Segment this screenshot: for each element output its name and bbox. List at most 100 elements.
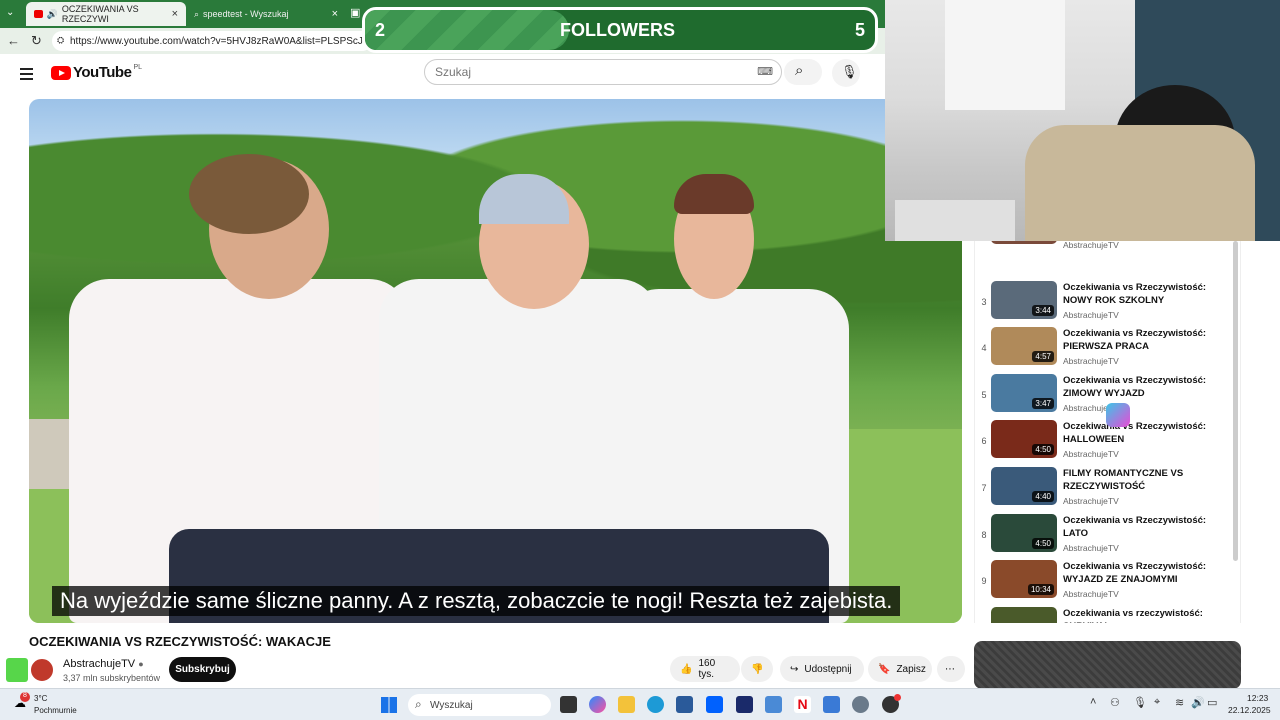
tray-microphone-icon[interactable]: 🎙 bbox=[1133, 696, 1147, 709]
app-icon[interactable] bbox=[736, 696, 753, 713]
tray-location-icon[interactable]: ⌖ bbox=[1154, 696, 1160, 709]
playlist-item[interactable]: 4 4:57 Oczekiwania vs Rzeczywistość: PIERW… bbox=[975, 327, 1240, 373]
save-button[interactable]: 🔖 Zapisz bbox=[868, 656, 932, 682]
microphone-icon: 🎙 bbox=[841, 64, 858, 79]
site-info-icon[interactable]: ⛭ bbox=[57, 35, 64, 46]
playlist-item[interactable]: 4:29 AbstrachujeTV bbox=[975, 241, 1240, 280]
person-left-hair bbox=[189, 154, 309, 234]
weather-widget[interactable]: ☁ 8 3°C Pochmurnie bbox=[10, 692, 80, 718]
taskbar: ☁ 8 3°C Pochmurnie ⌕ Wyszukaj N ˄ ⚇ 🎙 ⌖ … bbox=[0, 688, 1280, 720]
playlist-item-title[interactable]: FILMY ROMANTYCZNE VS RZECZYWISTOŚĆ bbox=[1063, 467, 1208, 493]
playlist-item-thumbnail[interactable]: 4:50 bbox=[991, 513, 1057, 552]
settings-icon[interactable] bbox=[852, 696, 869, 713]
subscribe-button[interactable]: Subskrybuj bbox=[169, 657, 236, 682]
tray-chevron-icon[interactable]: ˄ bbox=[1090, 696, 1096, 708]
bookmark-icon: 🔖 bbox=[878, 663, 891, 675]
search-icon: ⌕ bbox=[415, 697, 422, 711]
youtube-logo[interactable]: YouTube PL bbox=[51, 64, 142, 81]
playlist-item-thumbnail[interactable]: 4:50 bbox=[991, 420, 1057, 459]
keyboard-icon[interactable]: ⌨ bbox=[757, 65, 773, 78]
tray-app-icon[interactable]: ⚇ bbox=[1110, 696, 1120, 709]
channel-name[interactable]: AbstrachujeTV ● bbox=[63, 658, 144, 670]
more-actions-button[interactable]: ⋯ bbox=[937, 656, 965, 682]
taskbar-search-placeholder: Wyszukaj bbox=[430, 699, 473, 711]
playlist-item[interactable]: 1010:39Oczekiwania vs rzeczywistość: SUR… bbox=[975, 606, 1240, 623]
file-explorer-icon[interactable] bbox=[618, 696, 635, 713]
weather-desc: Pochmurnie bbox=[34, 706, 77, 715]
tab-label: OCZEKIWANIA VS RZECZYWI bbox=[61, 4, 139, 24]
task-view-icon[interactable] bbox=[560, 696, 577, 713]
menu-icon[interactable] bbox=[20, 65, 33, 83]
search-input[interactable]: Szukaj ⌨ bbox=[424, 59, 782, 85]
playlist-item-title[interactable]: Oczekiwania vs Rzeczywistość: ZIMOWY WYJ… bbox=[1063, 374, 1208, 400]
playlist-item-index: 3 bbox=[981, 296, 987, 307]
channel-avatar[interactable] bbox=[29, 657, 55, 683]
reload-icon[interactable]: ↻ bbox=[31, 33, 42, 49]
clock-time[interactable]: 12:23 bbox=[1247, 693, 1268, 703]
url-field[interactable]: ⛭ https://www.youtube.com/watch?v=5HVJ8z… bbox=[52, 31, 372, 51]
close-tab-icon[interactable]: × bbox=[172, 8, 178, 20]
playlist-item-thumbnail[interactable]: 4:40 bbox=[991, 467, 1057, 505]
like-count: 160 tys. bbox=[698, 658, 716, 680]
volume-icon[interactable]: 🔊 bbox=[1191, 696, 1205, 709]
share-icon: ↪ bbox=[790, 663, 799, 675]
store-icon[interactable] bbox=[676, 696, 693, 713]
search-favicon-icon: ⌕ bbox=[194, 8, 200, 19]
playlist-item-duration: 4:50 bbox=[1032, 537, 1054, 549]
playlist-item[interactable]: 6 4:50 Oczekiwania vs Rzeczywistość: HALLO… bbox=[975, 420, 1240, 466]
monitor-app-icon[interactable] bbox=[823, 696, 840, 713]
netflix-icon[interactable]: N bbox=[794, 696, 811, 713]
youtube-play-icon bbox=[51, 65, 71, 80]
playlist-item-thumbnail[interactable]: 3:47 bbox=[991, 373, 1057, 412]
playlist-item-thumbnail[interactable]: 3:44 bbox=[991, 280, 1057, 319]
copilot-icon[interactable] bbox=[589, 696, 606, 713]
tab-speedtest[interactable]: ⌕ speedtest - Wyszukaj × bbox=[186, 2, 346, 26]
playlist-item-channel: AbstrachujeTV bbox=[1063, 309, 1119, 320]
channel-name-text: AbstrachujeTV bbox=[63, 658, 136, 670]
dislike-button[interactable]: 👎 bbox=[741, 656, 773, 682]
playlist-item[interactable]: 9 10:34 Oczekiwania vs Rzeczywistość: WYJA… bbox=[975, 560, 1240, 606]
search-icon: ⌕ bbox=[795, 62, 804, 79]
playlist-item-title[interactable]: Oczekiwania vs Rzeczywistość: HALLOWEEN bbox=[1063, 420, 1208, 446]
playlist-item-duration: 4:50 bbox=[1032, 444, 1054, 456]
playlist-item-title[interactable]: Oczekiwania vs Rzeczywistość: NOWY ROK S… bbox=[1063, 281, 1208, 307]
back-icon[interactable]: ← bbox=[7, 33, 20, 48]
playlist-item[interactable]: 8 4:50 Oczekiwania vs Rzeczywistość: LATO A… bbox=[975, 513, 1240, 560]
followers-goal-overlay: 2 FOLLOWERS 5 bbox=[362, 7, 878, 53]
tab-youtube[interactable]: 🔊 OCZEKIWANIA VS RZECZYWI × bbox=[26, 2, 186, 26]
playlist-item-thumbnail[interactable]: 4:29 bbox=[991, 241, 1057, 244]
playlist-item-title[interactable]: Oczekiwania vs Rzeczywistość: WYJAZD ZE … bbox=[1063, 560, 1208, 586]
playlist-item[interactable]: 7 4:40 FILMY ROMANTYCZNE VS RZECZYWISTOŚĆ A… bbox=[975, 467, 1240, 513]
playlist-item-index: 9 bbox=[981, 576, 987, 587]
edge-icon[interactable] bbox=[647, 696, 664, 713]
like-button[interactable]: 👍 160 tys. bbox=[670, 656, 740, 682]
taskbar-search[interactable]: ⌕ Wyszukaj bbox=[408, 694, 551, 716]
close-tab-icon[interactable]: × bbox=[332, 8, 338, 20]
playlist-item-title[interactable]: Oczekiwania vs Rzeczywistość: PIERWSZA P… bbox=[1063, 327, 1208, 353]
playlist-item-thumbnail[interactable]: 10:34 bbox=[991, 560, 1057, 599]
windows-start-icon[interactable] bbox=[381, 697, 397, 713]
wifi-icon[interactable]: ≋ bbox=[1175, 696, 1184, 709]
remote-desktop-icon[interactable] bbox=[765, 696, 782, 713]
playlist-item-thumbnail[interactable]: 4:57 bbox=[991, 327, 1057, 366]
dropbox-icon[interactable] bbox=[706, 696, 723, 713]
placeholder-box bbox=[974, 641, 1241, 689]
playlist-item-title[interactable]: Oczekiwania vs Rzeczywistość: LATO bbox=[1063, 514, 1208, 540]
battery-icon[interactable]: ▭ bbox=[1207, 696, 1217, 709]
playlist-item-thumbnail[interactable]: 10:39 bbox=[991, 606, 1057, 623]
video-player[interactable] bbox=[29, 99, 962, 623]
playlist-item-title[interactable]: Oczekiwania vs rzeczywistość: SURVIVAL bbox=[1063, 607, 1208, 623]
video-subtitle: Na wyjeździe same śliczne panny. A z res… bbox=[52, 586, 901, 616]
playlist-item-index: 7 bbox=[981, 483, 987, 493]
clock-date[interactable]: 22.12.2025 bbox=[1228, 705, 1271, 715]
share-button[interactable]: ↪ Udostępnij bbox=[780, 656, 864, 682]
playlist-scrollbar[interactable] bbox=[1233, 241, 1238, 561]
voice-search-button[interactable]: 🎙 bbox=[832, 59, 860, 87]
new-tab-icon[interactable]: ▣ bbox=[350, 6, 360, 19]
speaker-icon[interactable]: 🔊 bbox=[47, 9, 58, 20]
search-button[interactable]: ⌕ bbox=[784, 59, 822, 85]
tab-list-dropdown-icon[interactable]: ⌄ bbox=[6, 7, 14, 18]
playlist-item[interactable]: 3 3:44 Oczekiwania vs Rzeczywistość: NOWY … bbox=[975, 280, 1240, 327]
playlist-item-duration: 4:40 bbox=[1032, 491, 1054, 502]
followers-label: FOLLOWERS bbox=[560, 20, 675, 40]
